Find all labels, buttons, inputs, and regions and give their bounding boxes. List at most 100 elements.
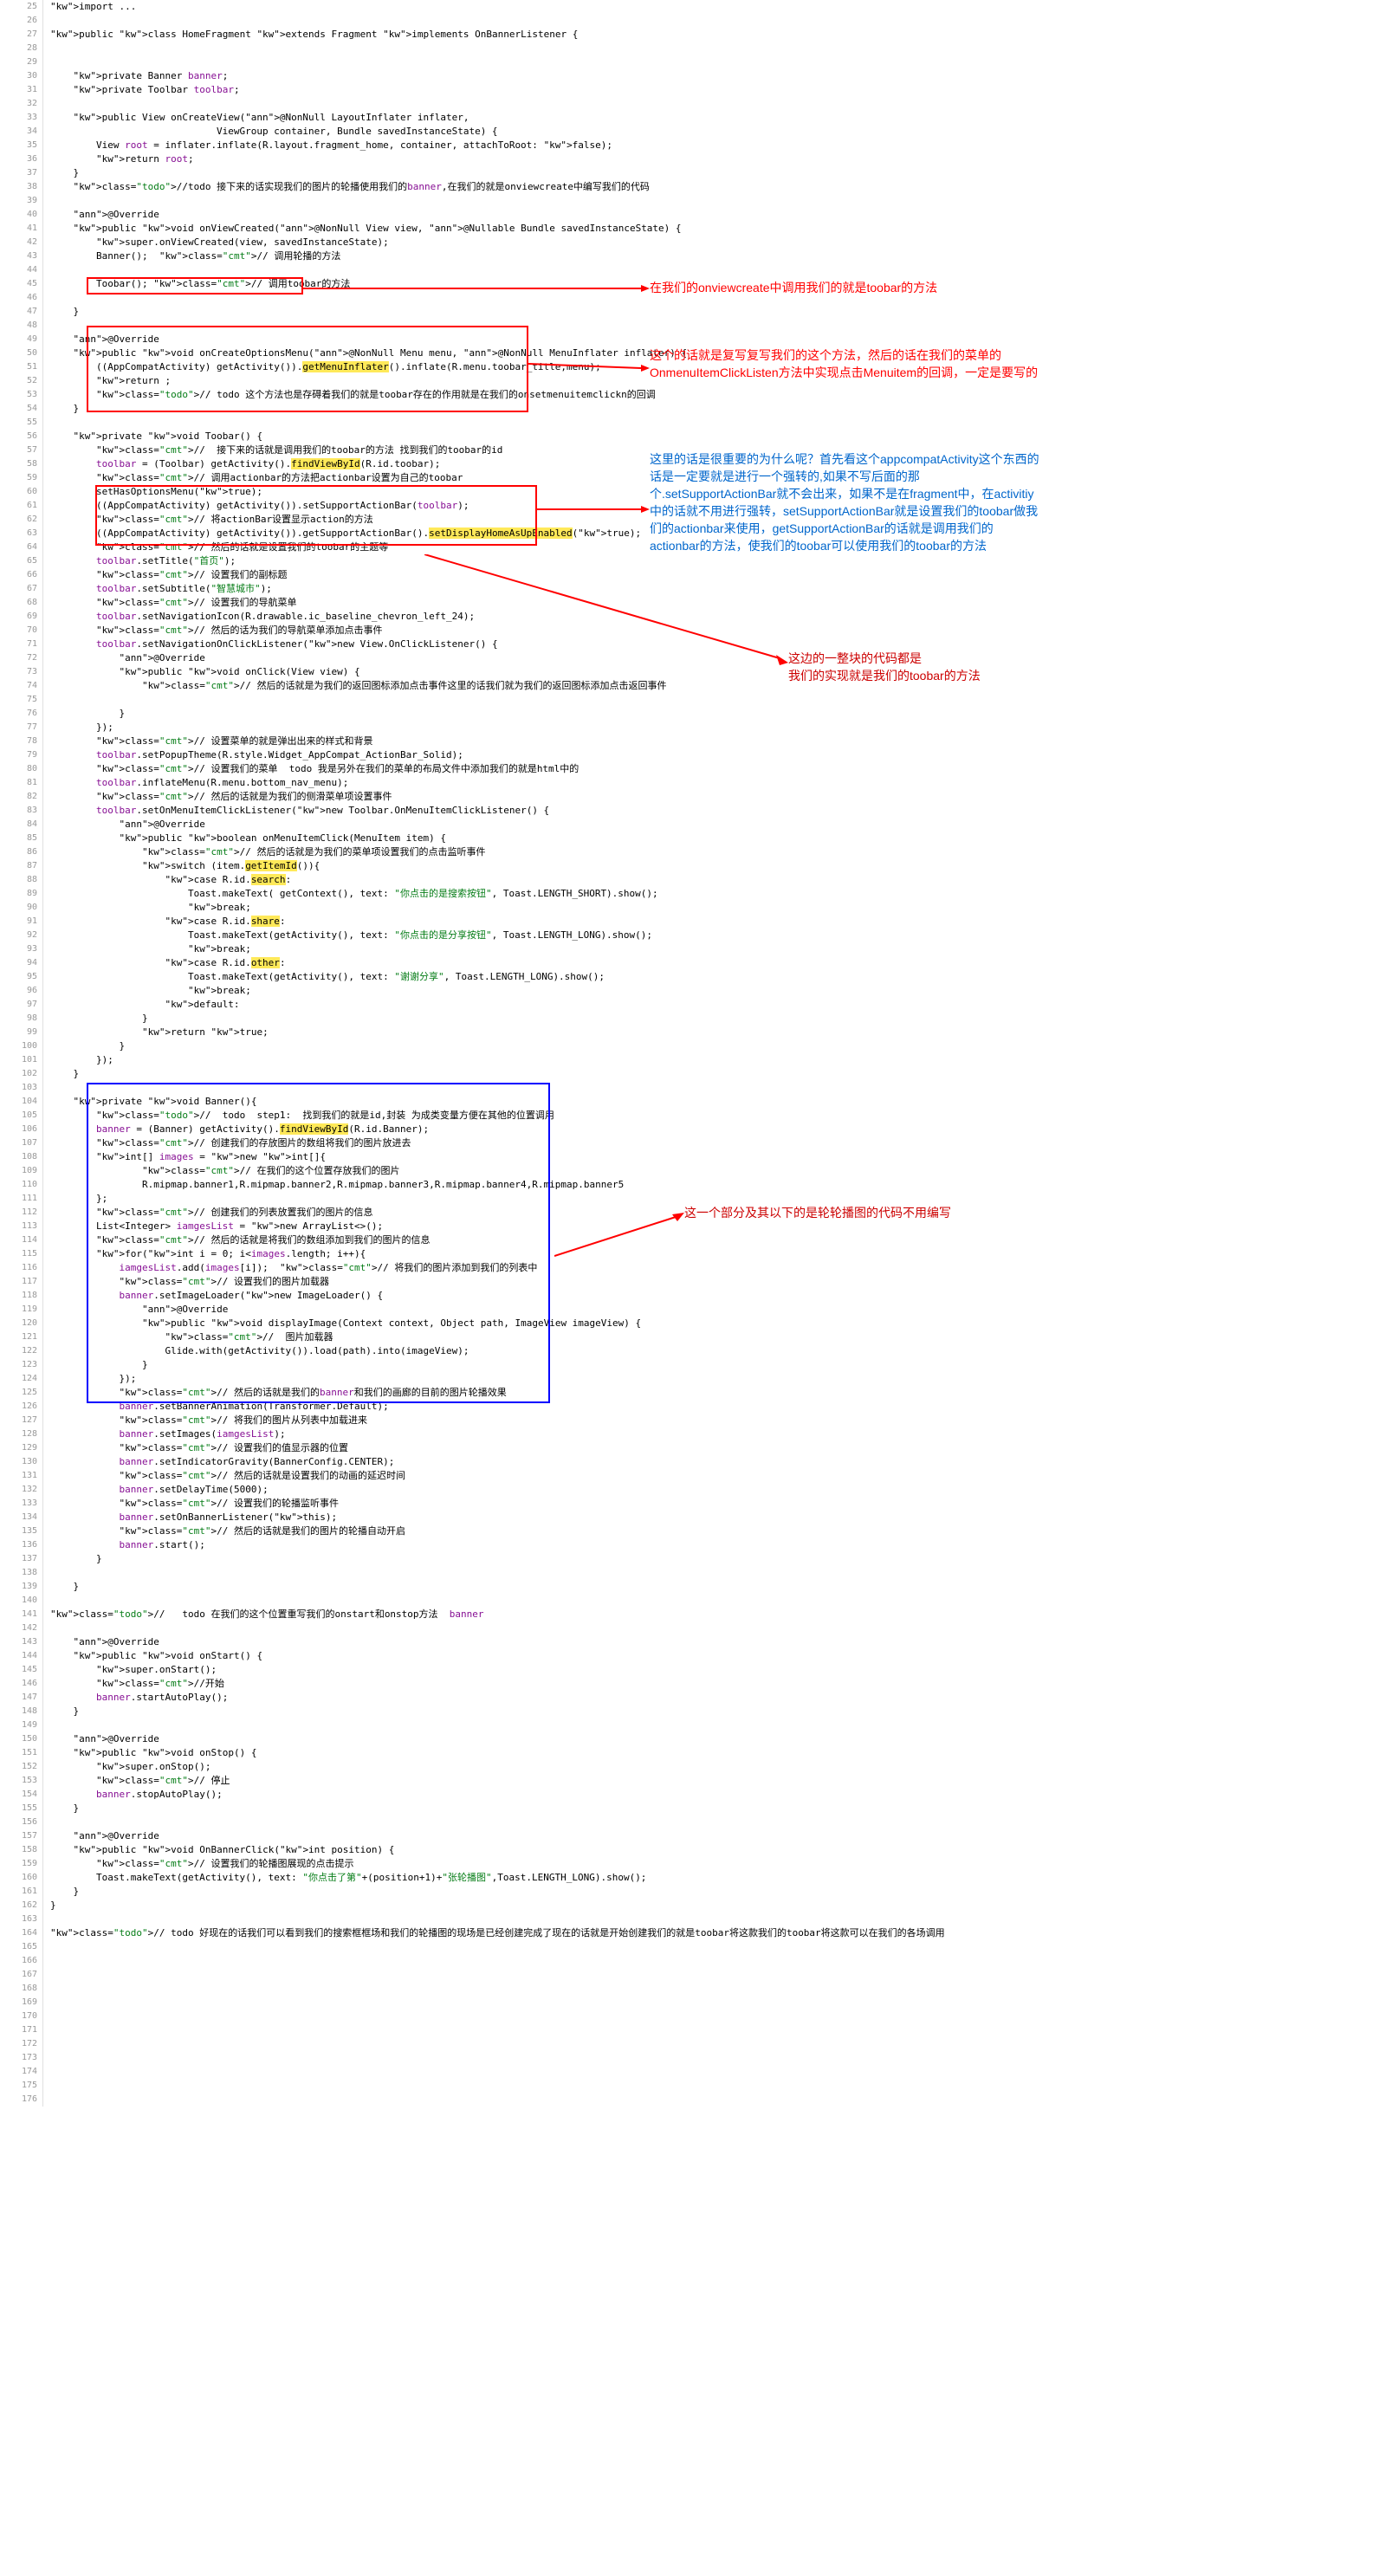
code-line[interactable]: View root = inflater.inflate(R.layout.fr… bbox=[50, 139, 1392, 152]
code-line[interactable]: }); bbox=[50, 1053, 1392, 1067]
code-line[interactable]: "ann">@Override bbox=[50, 1635, 1392, 1649]
code-line[interactable]: "kw">class="todo">//todo 接下来的话实现我们的图片的轮播… bbox=[50, 180, 1392, 194]
code-line[interactable] bbox=[50, 42, 1392, 55]
code-line[interactable]: } bbox=[50, 1899, 1392, 1913]
code-line[interactable]: "kw">class="cmt">// 设置菜单的就是弹出出来的样式和背景 bbox=[50, 735, 1392, 748]
code-line[interactable]: } bbox=[50, 1039, 1392, 1053]
code-line[interactable]: banner.setImages(iamgesList); bbox=[50, 1427, 1392, 1441]
code-line[interactable]: "kw">class="cmt">// 然后的话就是为我们的返回图标添加点击事件… bbox=[50, 679, 1392, 693]
code-line[interactable]: "kw">class="cmt">// 然后的话就是为我们的菜单项设置我们的点击… bbox=[50, 845, 1392, 859]
code-line[interactable]: banner.start(); bbox=[50, 1538, 1392, 1552]
code-line[interactable]: "kw">default: bbox=[50, 998, 1392, 1012]
code-line[interactable]: Toast.makeText(getActivity(), text: "你点击… bbox=[50, 929, 1392, 942]
code-line[interactable] bbox=[50, 1815, 1392, 1829]
code-line[interactable]: "kw">class="cmt">// 在我们的这个位置存放我们的图片 bbox=[50, 1164, 1392, 1178]
code-line[interactable] bbox=[50, 416, 1392, 430]
code-line[interactable]: banner = (Banner) getActivity().findView… bbox=[50, 1123, 1392, 1136]
code-line[interactable]: "ann">@Override bbox=[50, 333, 1392, 346]
code-line[interactable]: } bbox=[50, 1067, 1392, 1081]
code-line[interactable] bbox=[50, 55, 1392, 69]
code-line[interactable]: "kw">class="cmt">// 创建我们的存放图片的数组将我们的图片放进… bbox=[50, 1136, 1392, 1150]
code-line[interactable]: banner.setImageLoader("kw">new ImageLoad… bbox=[50, 1289, 1392, 1303]
code-line[interactable]: } bbox=[50, 305, 1392, 319]
code-line[interactable]: "kw">for("kw">int i = 0; i<images.length… bbox=[50, 1247, 1392, 1261]
code-line[interactable]: banner.setIndicatorGravity(BannerConfig.… bbox=[50, 1455, 1392, 1469]
code-line[interactable]: banner.setDelayTime(5000); bbox=[50, 1483, 1392, 1497]
code-line[interactable]: "kw">break; bbox=[50, 942, 1392, 956]
code-line[interactable]: iamgesList.add(images[i]); "kw">class="c… bbox=[50, 1261, 1392, 1275]
code-line[interactable] bbox=[50, 1718, 1392, 1732]
code-line[interactable]: banner.startAutoPlay(); bbox=[50, 1691, 1392, 1705]
code-line[interactable]: "kw">class="cmt">// 停止 bbox=[50, 1774, 1392, 1788]
code-line[interactable]: "ann">@Override bbox=[50, 818, 1392, 832]
code-line[interactable]: }); bbox=[50, 721, 1392, 735]
code-line[interactable]: "ann">@Override bbox=[50, 1829, 1392, 1843]
code-line[interactable]: Toast.makeText(getActivity(), text: "你点击… bbox=[50, 1871, 1392, 1885]
code-line[interactable] bbox=[50, 263, 1392, 277]
code-line[interactable] bbox=[50, 319, 1392, 333]
code-line[interactable]: "kw">public "kw">void onStop() { bbox=[50, 1746, 1392, 1760]
code-line[interactable]: } bbox=[50, 166, 1392, 180]
code-line[interactable]: "kw">case R.id.share: bbox=[50, 915, 1392, 929]
code-line[interactable] bbox=[50, 1566, 1392, 1580]
code-line[interactable]: toolbar.inflateMenu(R.menu.bottom_nav_me… bbox=[50, 776, 1392, 790]
code-line[interactable]: "kw">class="todo">// todo 好现在的话我们可以看到我们的… bbox=[50, 1926, 1392, 1940]
code-editor[interactable]: "kw">import ... "kw">public "kw">class Ho… bbox=[43, 0, 1392, 2107]
code-line[interactable]: "ann">@Override bbox=[50, 208, 1392, 222]
code-line[interactable]: } bbox=[50, 1802, 1392, 1815]
code-line[interactable]: "kw">import ... bbox=[50, 0, 1392, 14]
code-line[interactable]: "kw">class="todo">// todo 在我们的这个位置重写我们的o… bbox=[50, 1608, 1392, 1621]
code-line[interactable]: "kw">super.onViewCreated(view, savedInst… bbox=[50, 236, 1392, 249]
code-line[interactable]: banner.setBannerAnimation(Transformer.De… bbox=[50, 1400, 1392, 1414]
code-line[interactable]: "kw">return root; bbox=[50, 152, 1392, 166]
code-line[interactable]: Banner(); "kw">class="cmt">// 调用轮播的方法 bbox=[50, 249, 1392, 263]
code-line[interactable]: "kw">class="cmt">// 然后的话就是将我们的数组添加到我们的图片… bbox=[50, 1233, 1392, 1247]
code-line[interactable]: "kw">case R.id.other: bbox=[50, 956, 1392, 970]
code-line[interactable]: "kw">public "kw">void OnBannerClick("kw"… bbox=[50, 1843, 1392, 1857]
code-line[interactable]: "kw">class="cmt">// 设置我们的图片加载器 bbox=[50, 1275, 1392, 1289]
code-line[interactable]: Toast.makeText(getActivity(), text: "谢谢分… bbox=[50, 970, 1392, 984]
code-line[interactable]: Glide.with(getActivity()).load(path).int… bbox=[50, 1344, 1392, 1358]
code-line[interactable]: Toast.makeText( getContext(), text: "你点击… bbox=[50, 887, 1392, 901]
code-line[interactable]: "kw">public "kw">void onStart() { bbox=[50, 1649, 1392, 1663]
code-line[interactable]: "kw">class="cmt">// 将我们的图片从列表中加载进来 bbox=[50, 1414, 1392, 1427]
code-line[interactable]: "kw">case R.id.search: bbox=[50, 873, 1392, 887]
code-line[interactable]: "kw">public "kw">class HomeFragment "kw"… bbox=[50, 28, 1392, 42]
code-line[interactable]: "kw">class="cmt">// 然后的话就是我们的banner和我们的画… bbox=[50, 1386, 1392, 1400]
code-line[interactable]: "kw">super.onStart(); bbox=[50, 1663, 1392, 1677]
code-line[interactable]: "kw">class="todo">// todo step1: 找到我们的就是… bbox=[50, 1109, 1392, 1123]
code-line[interactable]: "kw">class="cmt">//开始 bbox=[50, 1677, 1392, 1691]
code-line[interactable]: toolbar.setOnMenuItemClickListener("kw">… bbox=[50, 804, 1392, 818]
code-line[interactable] bbox=[50, 1081, 1392, 1095]
code-line[interactable]: "ann">@Override bbox=[50, 1732, 1392, 1746]
code-line[interactable]: "kw">class="cmt">// 然后的话就是为我们的侧滑菜单项设置事件 bbox=[50, 790, 1392, 804]
code-line[interactable]: } bbox=[50, 1580, 1392, 1594]
code-line[interactable]: banner.setOnBannerListener("kw">this); bbox=[50, 1511, 1392, 1524]
code-line[interactable]: } bbox=[50, 1012, 1392, 1026]
code-line[interactable]: R.mipmap.banner1,R.mipmap.banner2,R.mipm… bbox=[50, 1178, 1392, 1192]
code-line[interactable]: "kw">private Banner banner; bbox=[50, 69, 1392, 83]
code-line[interactable]: "kw">private "kw">void Banner(){ bbox=[50, 1095, 1392, 1109]
code-line[interactable]: ViewGroup container, Bundle savedInstanc… bbox=[50, 125, 1392, 139]
code-line[interactable]: "kw">return "kw">true; bbox=[50, 1026, 1392, 1039]
code-line[interactable]: "kw">int[] images = "kw">new "kw">int[]{ bbox=[50, 1150, 1392, 1164]
code-line[interactable] bbox=[50, 1621, 1392, 1635]
code-line[interactable]: "kw">switch (item.getItemId()){ bbox=[50, 859, 1392, 873]
code-line[interactable]: "kw">public "kw">void displayImage(Conte… bbox=[50, 1317, 1392, 1330]
code-line[interactable]: } bbox=[50, 707, 1392, 721]
code-line[interactable]: "ann">@Override bbox=[50, 1303, 1392, 1317]
code-line[interactable]: "kw">break; bbox=[50, 984, 1392, 998]
code-line[interactable]: "kw">class="cmt">// 图片加载器 bbox=[50, 1330, 1392, 1344]
code-line[interactable]: } bbox=[50, 1705, 1392, 1718]
code-line[interactable]: List<Integer> iamgesList = "kw">new Arra… bbox=[50, 1220, 1392, 1233]
code-line[interactable] bbox=[50, 194, 1392, 208]
code-line[interactable]: toolbar.setPopupTheme(R.style.Widget_App… bbox=[50, 748, 1392, 762]
code-line[interactable] bbox=[50, 1913, 1392, 1926]
code-line[interactable]: } bbox=[50, 1358, 1392, 1372]
code-line[interactable]: "kw">class="cmt">// 然后的话就是设置我们的动画的延迟时间 bbox=[50, 1469, 1392, 1483]
code-line[interactable]: "kw">private "kw">void Toobar() { bbox=[50, 430, 1392, 443]
code-line[interactable] bbox=[50, 693, 1392, 707]
code-line[interactable]: "kw">public "kw">void onViewCreated("ann… bbox=[50, 222, 1392, 236]
code-line[interactable]: "kw">class="cmt">// 设置我们的菜单 todo 我是另外在我们… bbox=[50, 762, 1392, 776]
code-line[interactable]: "kw">class="cmt">// 设置我们的轮播监听事件 bbox=[50, 1497, 1392, 1511]
